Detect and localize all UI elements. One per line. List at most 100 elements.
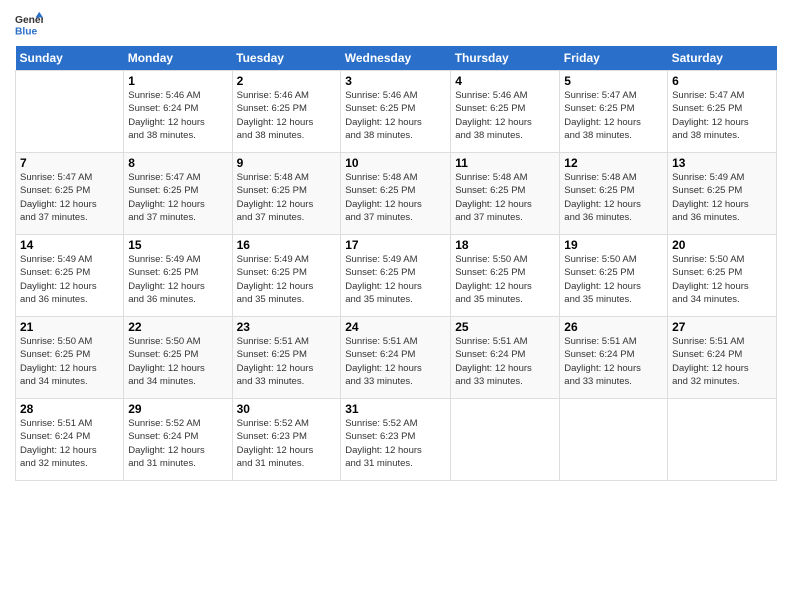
svg-text:Blue: Blue [15,26,38,37]
weekday-header: Thursday [451,46,560,71]
day-number: 28 [20,402,119,416]
day-number: 7 [20,156,119,170]
day-number: 31 [345,402,446,416]
logo: General Blue [15,10,43,38]
calendar-cell: 30Sunrise: 5:52 AMSunset: 6:23 PMDayligh… [232,399,341,481]
calendar-cell: 24Sunrise: 5:51 AMSunset: 6:24 PMDayligh… [341,317,451,399]
calendar-cell: 15Sunrise: 5:49 AMSunset: 6:25 PMDayligh… [124,235,232,317]
day-number: 23 [237,320,337,334]
day-number: 2 [237,74,337,88]
day-info: Sunrise: 5:49 AMSunset: 6:25 PMDaylight:… [672,171,772,224]
day-info: Sunrise: 5:49 AMSunset: 6:25 PMDaylight:… [237,253,337,306]
day-info: Sunrise: 5:51 AMSunset: 6:24 PMDaylight:… [564,335,663,388]
calendar-cell: 20Sunrise: 5:50 AMSunset: 6:25 PMDayligh… [668,235,777,317]
day-number: 8 [128,156,227,170]
day-info: Sunrise: 5:52 AMSunset: 6:24 PMDaylight:… [128,417,227,470]
weekday-header: Saturday [668,46,777,71]
day-info: Sunrise: 5:47 AMSunset: 6:25 PMDaylight:… [672,89,772,142]
day-number: 15 [128,238,227,252]
day-number: 29 [128,402,227,416]
calendar-week-row: 7Sunrise: 5:47 AMSunset: 6:25 PMDaylight… [16,153,777,235]
day-number: 1 [128,74,227,88]
day-number: 21 [20,320,119,334]
calendar-cell: 27Sunrise: 5:51 AMSunset: 6:24 PMDayligh… [668,317,777,399]
calendar-week-row: 14Sunrise: 5:49 AMSunset: 6:25 PMDayligh… [16,235,777,317]
day-number: 24 [345,320,446,334]
day-number: 19 [564,238,663,252]
day-info: Sunrise: 5:51 AMSunset: 6:24 PMDaylight:… [672,335,772,388]
calendar-cell: 22Sunrise: 5:50 AMSunset: 6:25 PMDayligh… [124,317,232,399]
weekday-header: Monday [124,46,232,71]
day-info: Sunrise: 5:46 AMSunset: 6:24 PMDaylight:… [128,89,227,142]
day-number: 17 [345,238,446,252]
weekday-header: Tuesday [232,46,341,71]
calendar-cell: 17Sunrise: 5:49 AMSunset: 6:25 PMDayligh… [341,235,451,317]
day-number: 26 [564,320,663,334]
day-info: Sunrise: 5:48 AMSunset: 6:25 PMDaylight:… [564,171,663,224]
day-info: Sunrise: 5:50 AMSunset: 6:25 PMDaylight:… [564,253,663,306]
day-number: 10 [345,156,446,170]
day-info: Sunrise: 5:51 AMSunset: 6:24 PMDaylight:… [345,335,446,388]
day-number: 13 [672,156,772,170]
weekday-header: Sunday [16,46,124,71]
weekday-row: SundayMondayTuesdayWednesdayThursdayFrid… [16,46,777,71]
calendar-cell [451,399,560,481]
day-info: Sunrise: 5:50 AMSunset: 6:25 PMDaylight:… [128,335,227,388]
calendar-cell: 28Sunrise: 5:51 AMSunset: 6:24 PMDayligh… [16,399,124,481]
day-number: 3 [345,74,446,88]
day-number: 30 [237,402,337,416]
day-info: Sunrise: 5:48 AMSunset: 6:25 PMDaylight:… [345,171,446,224]
calendar-cell: 13Sunrise: 5:49 AMSunset: 6:25 PMDayligh… [668,153,777,235]
day-number: 18 [455,238,555,252]
day-number: 27 [672,320,772,334]
day-info: Sunrise: 5:47 AMSunset: 6:25 PMDaylight:… [20,171,119,224]
day-number: 9 [237,156,337,170]
day-number: 6 [672,74,772,88]
weekday-header: Wednesday [341,46,451,71]
calendar-cell: 2Sunrise: 5:46 AMSunset: 6:25 PMDaylight… [232,71,341,153]
day-info: Sunrise: 5:52 AMSunset: 6:23 PMDaylight:… [345,417,446,470]
calendar-header: SundayMondayTuesdayWednesdayThursdayFrid… [16,46,777,71]
day-number: 25 [455,320,555,334]
day-number: 4 [455,74,555,88]
calendar-cell: 19Sunrise: 5:50 AMSunset: 6:25 PMDayligh… [560,235,668,317]
calendar-cell [668,399,777,481]
calendar-cell: 16Sunrise: 5:49 AMSunset: 6:25 PMDayligh… [232,235,341,317]
calendar-cell: 18Sunrise: 5:50 AMSunset: 6:25 PMDayligh… [451,235,560,317]
day-number: 5 [564,74,663,88]
calendar-cell: 23Sunrise: 5:51 AMSunset: 6:25 PMDayligh… [232,317,341,399]
day-info: Sunrise: 5:50 AMSunset: 6:25 PMDaylight:… [672,253,772,306]
day-number: 12 [564,156,663,170]
calendar-cell: 1Sunrise: 5:46 AMSunset: 6:24 PMDaylight… [124,71,232,153]
day-info: Sunrise: 5:46 AMSunset: 6:25 PMDaylight:… [345,89,446,142]
calendar-cell: 12Sunrise: 5:48 AMSunset: 6:25 PMDayligh… [560,153,668,235]
logo-icon: General Blue [15,10,43,38]
day-info: Sunrise: 5:48 AMSunset: 6:25 PMDaylight:… [237,171,337,224]
day-number: 16 [237,238,337,252]
day-info: Sunrise: 5:49 AMSunset: 6:25 PMDaylight:… [345,253,446,306]
calendar-cell: 6Sunrise: 5:47 AMSunset: 6:25 PMDaylight… [668,71,777,153]
calendar-cell: 5Sunrise: 5:47 AMSunset: 6:25 PMDaylight… [560,71,668,153]
calendar-cell: 25Sunrise: 5:51 AMSunset: 6:24 PMDayligh… [451,317,560,399]
calendar-cell: 8Sunrise: 5:47 AMSunset: 6:25 PMDaylight… [124,153,232,235]
header: General Blue [15,10,777,38]
weekday-header: Friday [560,46,668,71]
calendar-cell: 29Sunrise: 5:52 AMSunset: 6:24 PMDayligh… [124,399,232,481]
calendar-cell: 21Sunrise: 5:50 AMSunset: 6:25 PMDayligh… [16,317,124,399]
calendar-week-row: 1Sunrise: 5:46 AMSunset: 6:24 PMDaylight… [16,71,777,153]
day-info: Sunrise: 5:51 AMSunset: 6:24 PMDaylight:… [455,335,555,388]
calendar-cell [560,399,668,481]
day-info: Sunrise: 5:47 AMSunset: 6:25 PMDaylight:… [564,89,663,142]
day-info: Sunrise: 5:47 AMSunset: 6:25 PMDaylight:… [128,171,227,224]
calendar-cell: 7Sunrise: 5:47 AMSunset: 6:25 PMDaylight… [16,153,124,235]
day-info: Sunrise: 5:52 AMSunset: 6:23 PMDaylight:… [237,417,337,470]
day-number: 20 [672,238,772,252]
calendar-cell [16,71,124,153]
calendar-cell: 11Sunrise: 5:48 AMSunset: 6:25 PMDayligh… [451,153,560,235]
calendar-table: SundayMondayTuesdayWednesdayThursdayFrid… [15,46,777,481]
calendar-cell: 9Sunrise: 5:48 AMSunset: 6:25 PMDaylight… [232,153,341,235]
day-number: 11 [455,156,555,170]
calendar-week-row: 28Sunrise: 5:51 AMSunset: 6:24 PMDayligh… [16,399,777,481]
calendar-cell: 4Sunrise: 5:46 AMSunset: 6:25 PMDaylight… [451,71,560,153]
day-info: Sunrise: 5:48 AMSunset: 6:25 PMDaylight:… [455,171,555,224]
